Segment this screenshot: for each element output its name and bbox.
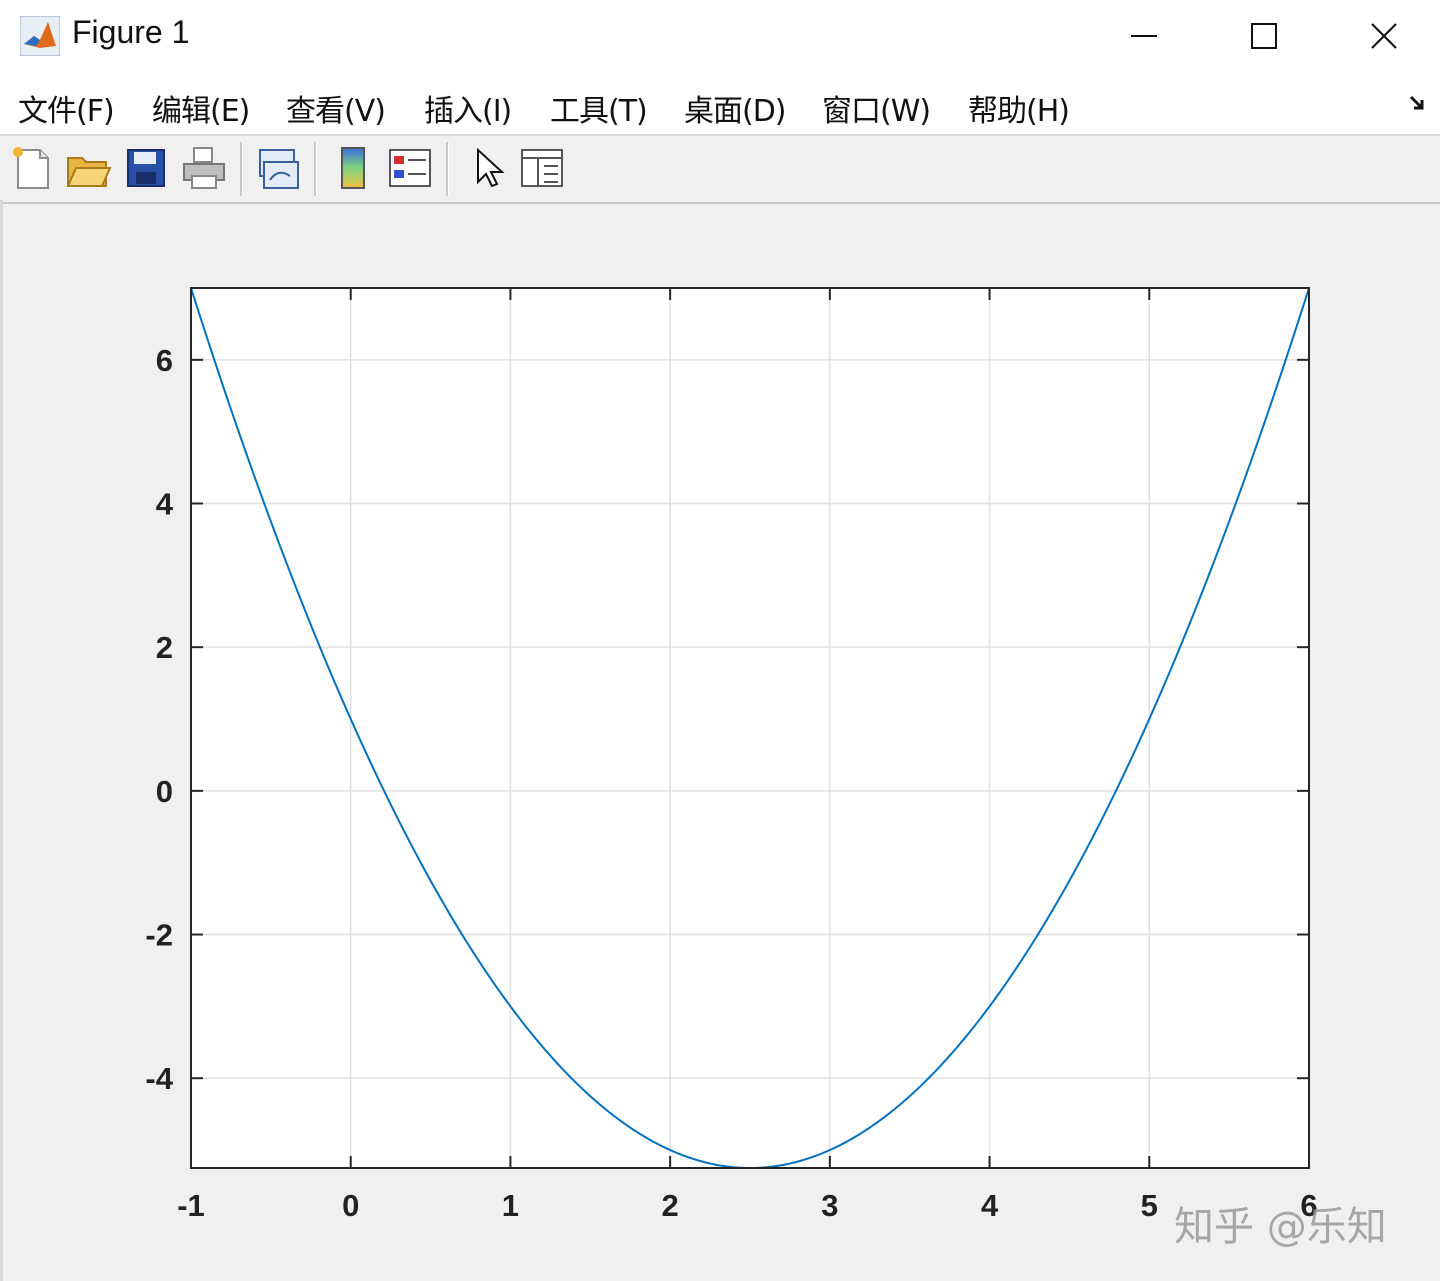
y-tick-label: 4: [156, 487, 174, 522]
axes-background: [191, 288, 1309, 1168]
watermark: 知乎 @乐知: [1174, 1204, 1387, 1250]
figure-window: Figure 1 文件(F) 编辑(E) 查看(V) 插入(I) 工具(T) 桌…: [0, 0, 1440, 1281]
x-tick-label: 3: [821, 1188, 838, 1223]
x-tick-label: 5: [1141, 1188, 1158, 1223]
x-tick-label: 0: [342, 1188, 359, 1223]
x-tick-label: 4: [981, 1188, 999, 1223]
y-tick-label: -2: [145, 918, 173, 953]
plot-area[interactable]: -1 0 1 2 3 4 5 6-4-20246: [0, 0, 1440, 1281]
x-tick-label: 2: [662, 1188, 679, 1223]
y-tick-label: 0: [156, 774, 173, 809]
y-tick-label: 6: [156, 343, 173, 378]
x-tick-label: 1: [502, 1188, 519, 1223]
y-tick-label: 2: [156, 630, 173, 665]
y-tick-label: -4: [145, 1061, 173, 1096]
x-tick-label: -1: [177, 1188, 205, 1223]
